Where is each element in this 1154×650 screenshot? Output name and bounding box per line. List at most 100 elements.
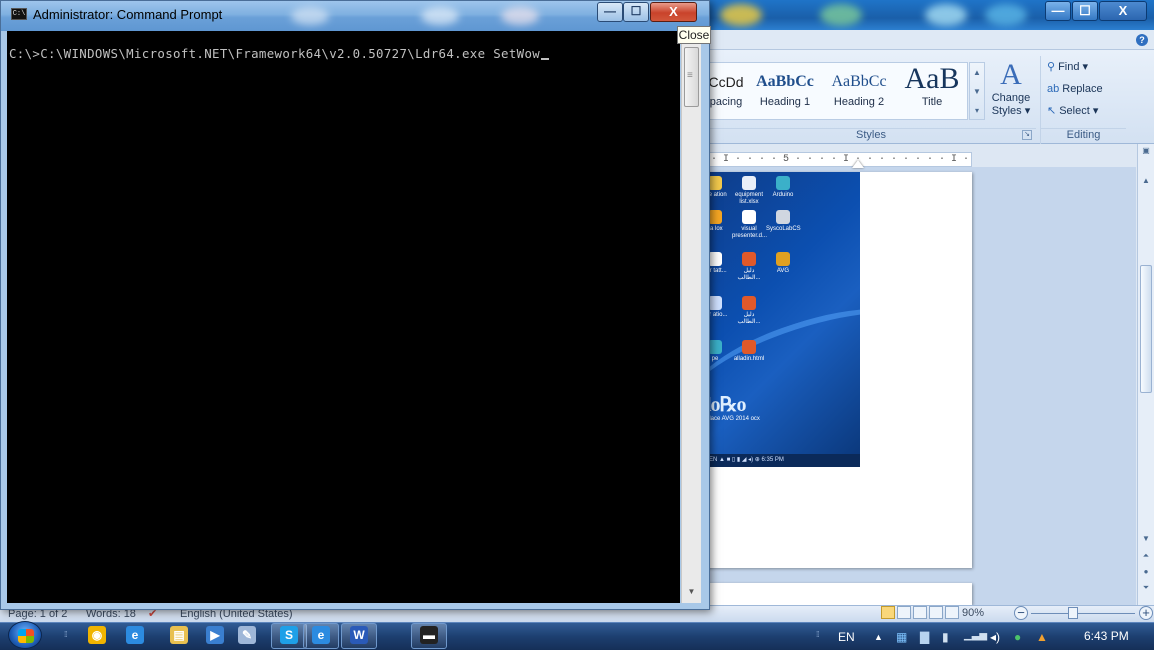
desktop-item-icon [742, 210, 756, 224]
zoom-in-button[interactable]: + [1139, 606, 1153, 620]
style-sample: AaB [904, 62, 960, 95]
cmd-minimize-button[interactable]: — [597, 2, 623, 22]
desktop-item-icon [708, 296, 722, 310]
help-icon[interactable]: ? [1136, 34, 1148, 46]
flag-icon[interactable]: ▇ [920, 630, 929, 644]
select-label: Select ▾ [1059, 105, 1099, 117]
word-close-button[interactable]: X [1099, 1, 1147, 21]
gallery-down-icon[interactable]: ▼ [970, 82, 984, 101]
select-button[interactable]: ↖ Select ▾ [1041, 100, 1126, 122]
gallery-more-icon[interactable]: ▾ [970, 101, 984, 120]
file-explorer-icon[interactable]: ▤ [170, 626, 188, 644]
embedded-desktop-icon: دليل الطالب... [732, 296, 766, 326]
ruler-toggle-icon[interactable]: ▣ [1140, 146, 1152, 155]
style-tile-heading-2[interactable]: AaBbCc Heading 2 [824, 68, 894, 118]
cmd-scroll-down-icon[interactable]: ▼ [684, 587, 699, 601]
network-icon[interactable]: ▁▃▅ [964, 630, 987, 641]
maximize-icon: ☐ [630, 4, 642, 18]
title-decoration [985, 4, 1027, 26]
embedded-icon-label: visual presenter.d... [732, 226, 768, 239]
document-page-2[interactable] [706, 583, 972, 605]
show-hidden-icons-icon[interactable]: ▲ [874, 632, 883, 642]
zoom-out-button[interactable]: − [1014, 606, 1028, 620]
zoom-level[interactable]: 90% [962, 605, 992, 621]
language-bar[interactable]: EN [838, 630, 855, 644]
desktop-item-icon [708, 210, 722, 224]
embedded-icon-label: SyscoLabCS [766, 226, 801, 232]
styles-dialog-launcher-icon[interactable]: ↘ [1022, 130, 1032, 140]
embedded-logo: lo℞o [706, 394, 747, 416]
web-layout-icon[interactable] [913, 606, 927, 619]
media-player-icon[interactable]: ▶ [206, 626, 224, 644]
cmd-maximize-button[interactable]: ☐ [623, 2, 649, 22]
text-cursor [541, 58, 550, 60]
print-layout-icon[interactable] [881, 606, 895, 619]
title-decoration [925, 4, 967, 26]
embedded-desktop-icon: Arduino [766, 176, 800, 199]
cmd-app-icon[interactable]: C:\ [11, 8, 27, 20]
gallery-up-icon[interactable]: ▲ [970, 63, 984, 82]
tool-icon[interactable]: ✎ [238, 626, 256, 644]
embedded-desktop-icon: AVG [766, 252, 800, 275]
title-decoration [501, 7, 539, 25]
skype-icon[interactable]: S [280, 626, 298, 644]
cmd-scroll-thumb[interactable] [684, 47, 699, 107]
embedded-desktop-icon: alladin.html [732, 340, 766, 363]
browse-object-icon[interactable]: ● [1140, 567, 1152, 576]
embedded-desktop-screenshot[interactable]: are ationequipment list.xlsxArduinolla l… [706, 172, 860, 467]
embedded-icon-label: alladin.html [733, 356, 765, 362]
command-prompt-window: C:\ Administrator: Command Prompt — ☐ X … [0, 0, 710, 610]
word-minimize-button[interactable]: — [1045, 1, 1071, 21]
console-output[interactable]: C:\>C:\WINDOWS\Microsoft.NET\Framework64… [7, 31, 680, 603]
security-icon[interactable]: ● [1014, 630, 1021, 644]
pointer-icon: ↖ [1047, 105, 1057, 117]
horizontal-ruler[interactable]: · I · · · · 5 · · · · I · · · · · · · · … [706, 152, 972, 167]
scroll-up-icon[interactable]: ▲ [1140, 176, 1152, 185]
word-scroll-thumb[interactable] [1140, 265, 1152, 393]
device-icon[interactable]: ▮ [942, 630, 949, 644]
taskbar-clock[interactable]: 6:43 PM [1084, 629, 1129, 643]
outline-icon[interactable] [929, 606, 943, 619]
next-page-icon[interactable]: ⏷ [1140, 583, 1152, 593]
change-styles-icon: A [1000, 58, 1022, 91]
editing-group: ⚲ Find ▾ ab Replace ↖ Select ▾ [1040, 56, 1126, 128]
styles-group-label: Styles [706, 128, 1036, 144]
zoom-slider-track[interactable] [1031, 613, 1135, 614]
cmd-close-button[interactable]: X [650, 2, 697, 22]
full-screen-reading-icon[interactable] [897, 606, 911, 619]
styles-gallery-scroll[interactable]: ▲ ▼ ▾ [969, 62, 985, 120]
internet-explorer-icon[interactable]: e [126, 626, 144, 644]
word-icon[interactable]: W [350, 626, 368, 644]
desktop-item-icon [708, 252, 722, 266]
replace-icon: ab [1047, 83, 1060, 95]
volume-icon[interactable]: ◂) [990, 630, 1000, 644]
style-tile-title[interactable]: AaB Title [898, 62, 966, 112]
replace-button[interactable]: ab Replace [1041, 78, 1126, 100]
previous-page-icon[interactable]: ⏶ [1140, 551, 1152, 561]
update-icon[interactable]: ▲ [1036, 630, 1048, 644]
desktop-item-icon [708, 340, 722, 354]
cmd-vertical-scrollbar[interactable] [681, 31, 701, 603]
desktop-item-icon [776, 210, 790, 224]
change-styles-button[interactable]: A Change Styles ▾ [985, 58, 1037, 128]
internet-explorer-2-icon[interactable]: e [312, 626, 330, 644]
style-tile-no-spacing[interactable]: CcDd pacing [708, 68, 744, 118]
cmd-icon[interactable]: ▬ [420, 626, 438, 644]
cmd-title-bar[interactable]: C:\ Administrator: Command Prompt — ☐ X [1, 1, 709, 31]
draft-icon[interactable] [945, 606, 959, 619]
windows-tray-icon[interactable]: ▦ [896, 630, 907, 644]
chrome-icon[interactable]: ◉ [88, 626, 106, 644]
style-tile-heading-1[interactable]: AaBbCc Heading 1 [750, 68, 820, 118]
style-label: Heading 1 [759, 96, 811, 108]
zoom-slider-thumb[interactable] [1068, 607, 1078, 619]
embedded-icon-label: دليل الطالب... [737, 268, 761, 281]
start-button[interactable] [8, 621, 42, 649]
close-icon: X [669, 4, 678, 19]
editing-group-label: Editing [1040, 128, 1126, 144]
scroll-down-icon[interactable]: ▼ [1140, 534, 1152, 543]
indent-marker[interactable] [852, 160, 864, 168]
replace-label: Replace [1062, 83, 1103, 95]
word-maximize-button[interactable]: ☐ [1072, 1, 1098, 21]
embedded-icon-label: دليل الطالب... [737, 312, 761, 325]
find-button[interactable]: ⚲ Find ▾ [1041, 56, 1126, 78]
